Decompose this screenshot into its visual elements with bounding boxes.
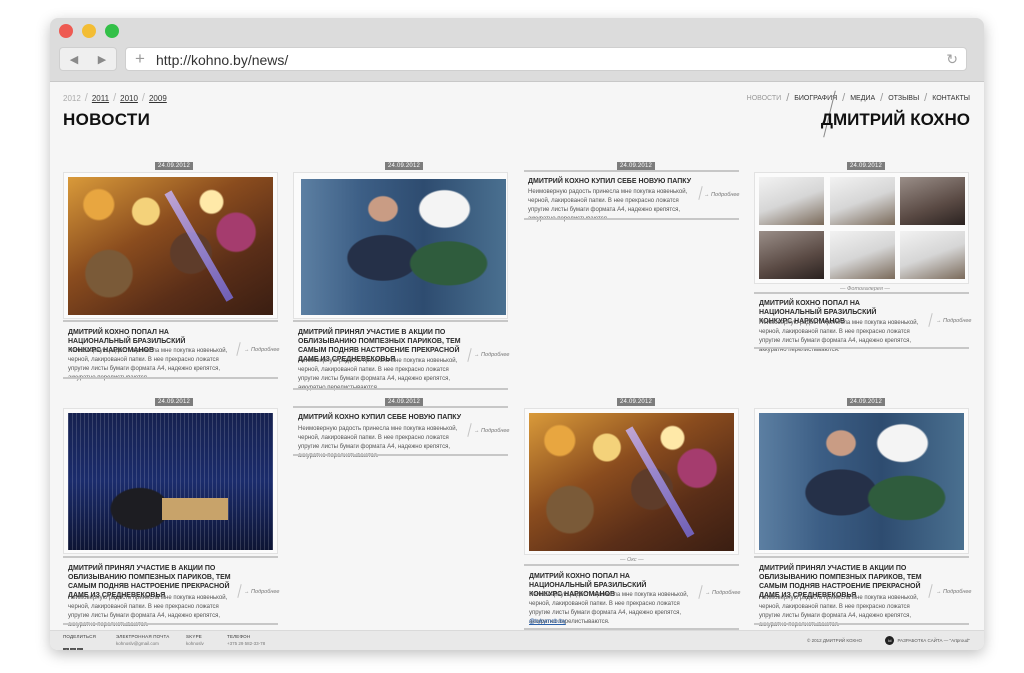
read-more-link[interactable]: → Подробнее <box>936 318 971 324</box>
gallery-thumb[interactable] <box>830 177 895 225</box>
read-more-link[interactable]: → Подробнее <box>244 347 279 353</box>
back-arrow-icon[interactable]: ◀ <box>60 48 88 70</box>
date-badge: 24.09.2012 <box>847 162 886 170</box>
news-photo[interactable] <box>759 413 964 550</box>
news-excerpt: Неимоверную радость принесла мне покупка… <box>759 320 919 353</box>
divider <box>293 388 508 390</box>
read-more-link[interactable]: → Подробнее <box>474 428 509 434</box>
nav-media[interactable]: МЕДИА <box>850 95 875 102</box>
linkedin-icon[interactable]: in <box>77 648 83 650</box>
skype-link[interactable]: kohnoslv <box>186 641 204 646</box>
phone-block: ТЕЛЕФОН +375 29 582-33-78 <box>227 634 265 646</box>
nav-biography[interactable]: БИОГРАФИЯ <box>794 95 837 102</box>
date-badge: 24.09.2012 <box>847 398 886 406</box>
developer-logo-icon: ld <box>885 636 895 645</box>
news-photo[interactable] <box>529 413 734 551</box>
read-more-link[interactable]: → Подробнее <box>244 589 279 595</box>
divider <box>524 170 739 172</box>
news-title[interactable]: ДМИТРИЙ КОХНО КУПИЛ СЕБЕ НОВУЮ ПАПКУ <box>298 413 468 422</box>
divider <box>63 320 278 322</box>
gallery-thumb[interactable] <box>759 231 824 279</box>
twitter-icon[interactable]: t <box>70 648 76 650</box>
browser-window: ◀ ▶ + http://kohno.by/news/ ↻ 2012 / 201… <box>50 18 984 650</box>
site-footer: ПОДЕЛИТЬСЯ ftin ЭЛЕКТРОННАЯ ПОЧТА kohnos… <box>50 630 984 650</box>
url-text[interactable]: http://kohno.by/news/ <box>156 52 288 68</box>
nav-reviews[interactable]: ОТЗЫВЫ <box>888 95 919 102</box>
read-more-link[interactable]: → Подробнее <box>474 352 509 358</box>
read-more-link[interactable]: → Подробнее <box>704 192 739 198</box>
facebook-icon[interactable]: f <box>63 648 69 650</box>
divider <box>293 406 508 408</box>
gallery-thumb[interactable] <box>900 177 965 225</box>
news-photo[interactable] <box>68 177 273 315</box>
skype-label: SKYPE <box>186 634 203 639</box>
news-card[interactable] <box>63 172 278 319</box>
date-badge: 24.09.2012 <box>385 398 424 406</box>
photo-caption: — Окс — <box>620 557 644 563</box>
year-2012[interactable]: 2012 <box>63 94 81 103</box>
year-2009[interactable]: 2009 <box>149 94 167 103</box>
news-photo[interactable] <box>68 413 273 550</box>
news-card[interactable] <box>63 408 278 554</box>
news-title[interactable]: ДМИТРИЙ КОХНО КУПИЛ СЕБЕ НОВУЮ ПАПКУ <box>528 177 698 186</box>
address-bar[interactable]: + http://kohno.by/news/ ↻ <box>125 47 967 71</box>
divider <box>63 623 278 625</box>
divider <box>63 556 278 558</box>
close-window-button[interactable] <box>59 24 73 38</box>
site-name[interactable]: ДМИТРИЙ КОХНО <box>821 110 970 130</box>
nav-news[interactable]: НОВОСТИ <box>747 95 782 102</box>
date-badge: 24.09.2012 <box>617 398 656 406</box>
phone-number: +375 29 582-33-78 <box>227 641 266 646</box>
year-filter: 2012 / 2011 / 2010 / 2009 <box>63 92 167 104</box>
minimize-window-button[interactable] <box>82 24 96 38</box>
developer-credit[interactable]: ld РАЗРАБОТКА САЙТА — "Artproud" <box>885 636 970 645</box>
skype-block: SKYPE kohnoslv <box>186 634 204 646</box>
email-label: ЭЛЕКТРОННАЯ ПОЧТА <box>116 634 170 639</box>
gallery-thumb[interactable] <box>759 177 824 225</box>
date-badge: 24.09.2012 <box>155 162 194 170</box>
source-tag[interactable]: @tukymob.by <box>529 619 566 625</box>
nav-contacts[interactable]: КОНТАКТЫ <box>932 95 970 102</box>
divider <box>293 320 508 322</box>
developer-label: РАЗРАБОТКА САЙТА — "Artproud" <box>897 638 970 643</box>
divider <box>293 454 508 456</box>
phone-label: ТЕЛЕФОН <box>227 634 251 639</box>
read-more-link[interactable]: → Подробнее <box>936 589 971 595</box>
divider <box>524 218 739 220</box>
plus-icon[interactable]: + <box>135 50 145 68</box>
page-content: 2012 / 2011 / 2010 / 2009 НОВОСТИ НОВОСТ… <box>50 82 984 650</box>
divider <box>754 556 969 558</box>
main-nav: НОВОСТИ / БИОГРАФИЯ / МЕДИА / ОТЗЫВЫ / К… <box>746 92 970 104</box>
email-link[interactable]: kohnoslv@gmail.com <box>116 641 169 646</box>
gallery-thumb[interactable] <box>900 231 965 279</box>
email-block: ЭЛЕКТРОННАЯ ПОЧТА kohnoslv@gmail.com <box>116 634 169 646</box>
copyright: © 2012 ДМИТРИЙ КОХНО <box>807 638 862 643</box>
news-card[interactable] <box>524 408 739 555</box>
date-badge: 24.09.2012 <box>155 398 194 406</box>
divider <box>63 377 278 379</box>
divider <box>754 623 969 625</box>
divider <box>524 564 739 566</box>
year-2010[interactable]: 2010 <box>120 94 138 103</box>
gallery-thumb[interactable] <box>830 231 895 279</box>
browser-toolbar: ◀ ▶ + http://kohno.by/news/ ↻ <box>50 18 984 82</box>
read-more-link[interactable]: → Подробнее <box>705 590 740 596</box>
history-nav: ◀ ▶ <box>59 47 117 71</box>
date-badge: 24.09.2012 <box>617 162 656 170</box>
year-2011[interactable]: 2011 <box>92 94 109 103</box>
news-card[interactable] <box>293 172 508 319</box>
share-block: ПОДЕЛИТЬСЯ ftin <box>63 634 96 650</box>
maximize-window-button[interactable] <box>105 24 119 38</box>
page-title: НОВОСТИ <box>63 110 151 129</box>
gallery-card[interactable] <box>754 172 969 284</box>
news-card[interactable] <box>754 408 969 554</box>
divider <box>754 347 969 349</box>
forward-arrow-icon[interactable]: ▶ <box>88 48 116 70</box>
date-badge: 24.09.2012 <box>385 162 424 170</box>
reload-icon[interactable]: ↻ <box>946 51 958 68</box>
divider <box>754 292 969 294</box>
news-photo[interactable] <box>301 179 506 315</box>
